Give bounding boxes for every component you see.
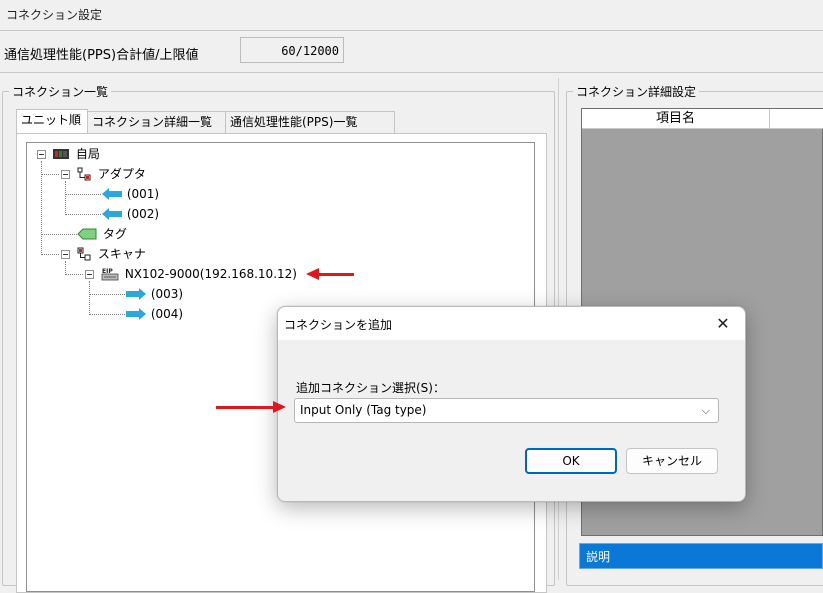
window-title: コネクション設定 <box>6 8 103 22</box>
tree-node-label: NX102-9000(192.168.10.12) <box>124 267 297 281</box>
tree-node-tag[interactable]: タグ <box>77 225 127 243</box>
adapter-network-icon <box>77 167 91 181</box>
dialog-titlebar[interactable]: コネクションを追加 ✕ <box>278 307 745 340</box>
eip-device-icon: EIP <box>101 268 119 281</box>
close-icon[interactable]: ✕ <box>710 311 736 337</box>
scanner-network-icon <box>77 247 91 261</box>
selected-option: Input Only (Tag type) <box>300 403 427 417</box>
tree-node-connection-004[interactable]: (004) <box>125 305 183 323</box>
local-station-icon <box>53 149 69 159</box>
ok-button[interactable]: OK <box>525 448 617 474</box>
input-connection-icon <box>102 188 122 200</box>
connection-detail-title: コネクション詳細設定 <box>573 83 700 100</box>
tag-icon <box>77 228 97 240</box>
tree-node-label: (001) <box>126 187 160 201</box>
tree-node-connection-003[interactable]: (003) <box>125 285 183 303</box>
pps-value-field: 60/12000 <box>240 37 344 63</box>
tree-node-label: (002) <box>126 207 160 221</box>
tree-node-label: (004) <box>150 307 184 321</box>
output-connection-icon <box>126 308 146 320</box>
title-separator <box>0 30 823 31</box>
tree-node-local-station[interactable]: 自局 <box>53 145 100 163</box>
output-connection-icon <box>126 288 146 300</box>
tab-unit-order[interactable]: ユニット順 <box>16 109 88 133</box>
pps-label: 通信処理性能(PPS)合計値/上限値 <box>4 48 199 63</box>
tree-node-nx102-9000[interactable]: EIP NX102-9000(192.168.10.12) <box>101 265 297 283</box>
cancel-button[interactable]: キャンセル <box>626 448 718 474</box>
tree-node-label: 自局 <box>75 147 100 161</box>
input-connection-icon <box>102 208 122 220</box>
tree-node-connection-002[interactable]: (002) <box>101 205 159 223</box>
tree-node-scanner[interactable]: スキャナ <box>77 245 146 263</box>
device-collapse-toggle[interactable] <box>85 270 94 279</box>
tree-node-label: アダプタ <box>97 167 146 181</box>
description-bar: 説明 <box>579 543 823 569</box>
connection-type-select[interactable]: Input Only (Tag type) ⌵ <box>294 398 719 423</box>
adapter-collapse-toggle[interactable] <box>61 170 70 179</box>
tab-connection-detail-list[interactable]: コネクション詳細一覧 <box>87 111 226 133</box>
root-collapse-toggle[interactable] <box>37 150 46 159</box>
tree-node-label: (003) <box>150 287 184 301</box>
tab-pps-list[interactable]: 通信処理性能(PPS)一覧 <box>225 111 395 133</box>
column-header-item-name[interactable]: 項目名 <box>582 109 770 129</box>
tree-node-label: タグ <box>102 227 127 241</box>
connection-list-title: コネクション一覧 <box>9 83 112 100</box>
pps-separator <box>0 72 823 73</box>
add-connection-dialog: コネクションを追加 ✕ 追加コネクション選択(S)： Input Only (T… <box>277 306 746 502</box>
chevron-down-icon: ⌵ <box>701 404 710 417</box>
tree-node-label: スキャナ <box>97 247 146 261</box>
connection-select-label: 追加コネクション選択(S)： <box>296 381 445 395</box>
scanner-collapse-toggle[interactable] <box>61 250 70 259</box>
tree-node-connection-001[interactable]: (001) <box>101 185 159 203</box>
annotation-arrow-icon <box>216 401 286 413</box>
tree-node-adapter[interactable]: アダプタ <box>77 165 146 183</box>
annotation-arrow-icon <box>306 268 354 280</box>
dialog-title: コネクションを追加 <box>284 318 393 332</box>
